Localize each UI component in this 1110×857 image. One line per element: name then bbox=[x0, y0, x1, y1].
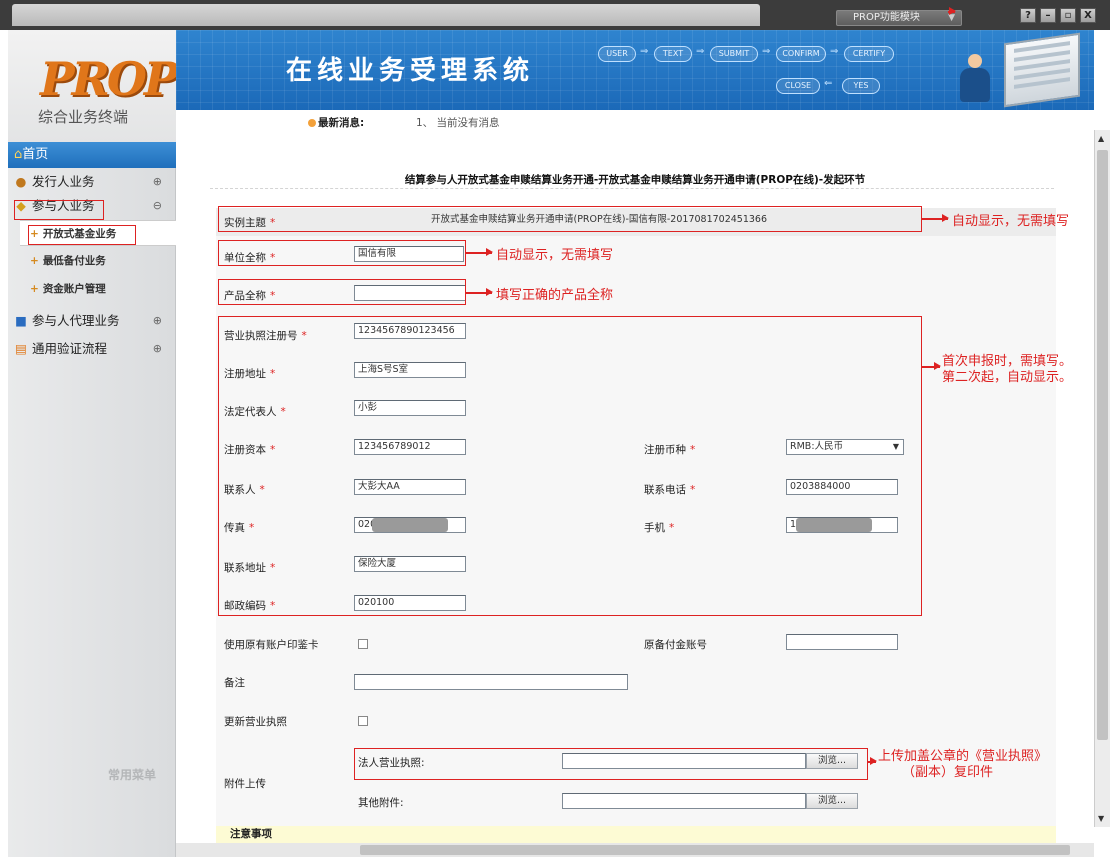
sidebar-subitem-label: 最低备付业务 bbox=[42, 255, 106, 267]
legal-license-label: 法人营业执照: bbox=[358, 757, 425, 769]
annotation-arrow bbox=[868, 758, 877, 764]
monitor-icon: ■ bbox=[15, 313, 27, 328]
annotation-arrow bbox=[466, 289, 493, 295]
annotation-fill-product: 填写正确的产品全称 bbox=[496, 288, 614, 303]
highlight-topic bbox=[218, 206, 922, 232]
sidebar-item-label: 参与人代理业务 bbox=[32, 313, 120, 328]
news-dot-icon bbox=[308, 119, 316, 127]
logo-subtitle: 综合业务终端 bbox=[38, 108, 129, 126]
news-text: 1、 当前没有消息 bbox=[416, 117, 500, 129]
help-button[interactable]: ? bbox=[1020, 8, 1036, 23]
remark-label: 备注 bbox=[224, 677, 245, 689]
arrow-right-icon: ⇒ bbox=[696, 46, 705, 57]
sidebar-item-agent[interactable]: ■ 参与人代理业务 ⊕ bbox=[8, 309, 176, 333]
logo-area: PROP 综合业务终端 bbox=[8, 30, 178, 142]
annotation-arrow bbox=[922, 363, 941, 369]
sidebar: PROP 综合业务终端 ⌂首页 ● 发行人业务 ⊕ ◆ 参与人业务 ⊖ + 开放式基金… bbox=[8, 30, 178, 857]
annotation-auto-display: 自动显示，无需填写 bbox=[496, 248, 614, 263]
annotation-second-time: 第二次起，自动显示。 bbox=[942, 370, 1073, 385]
scroll-down-icon[interactable]: ▼ bbox=[1098, 814, 1104, 823]
horizontal-scrollbar[interactable] bbox=[176, 843, 1094, 857]
browse-button[interactable]: 浏览... bbox=[806, 793, 858, 809]
arrow-left-icon: ⇐ bbox=[824, 78, 833, 89]
scrollbar-thumb[interactable] bbox=[1097, 150, 1108, 740]
vertical-scrollbar[interactable]: ▲ ▼ bbox=[1094, 130, 1110, 827]
module-select-value: PROP功能模块 bbox=[853, 12, 920, 23]
flow-step: YES bbox=[842, 78, 880, 94]
highlight-company-info bbox=[218, 316, 922, 616]
collapse-icon[interactable]: ⊖ bbox=[153, 194, 162, 218]
flow-step: CONFIRM bbox=[776, 46, 826, 62]
divider bbox=[210, 188, 1054, 189]
notice-heading: 注意事项 bbox=[216, 826, 1056, 843]
arrow-right-icon: ⇒ bbox=[762, 46, 771, 57]
page-title: 结算参与人开放式基金申赎结算业务开通-开放式基金申赎结算业务开通申请(PROP在… bbox=[404, 174, 866, 186]
sidebar-subitem-fund-account[interactable]: + 资金账户管理 bbox=[20, 276, 176, 302]
expand-icon[interactable]: ⊕ bbox=[153, 309, 162, 333]
system-title: 在线业务受理系统 bbox=[286, 56, 535, 86]
window-titlebar: PROP功能模块 ▼ ? – ▫ X bbox=[0, 0, 1110, 30]
chevron-down-icon: ▼ bbox=[948, 8, 956, 23]
annotation-upload-copy: （副本）复印件 bbox=[902, 765, 994, 780]
highlight-product-name bbox=[218, 279, 466, 305]
user-icon: ● bbox=[15, 174, 27, 189]
legal-license-file-input[interactable] bbox=[562, 753, 806, 769]
browse-button[interactable]: 浏览... bbox=[806, 753, 858, 769]
flow-step: SUBMIT bbox=[710, 46, 758, 62]
arrow-right-icon: ⇒ bbox=[830, 46, 839, 57]
window-tab[interactable] bbox=[12, 4, 760, 26]
plus-icon: + bbox=[30, 283, 39, 295]
annotation-auto-display: 自动显示，无需填写 bbox=[952, 214, 1070, 229]
flow-step: CERTIFY bbox=[844, 46, 894, 62]
orig-account-label: 原备付金账号 bbox=[644, 639, 707, 651]
remark-input[interactable] bbox=[354, 674, 628, 690]
highlight-open-fund bbox=[28, 225, 136, 245]
header-banner: 在线业务受理系统 USER ⇒ TEXT ⇒ SUBMIT ⇒ CONFIRM … bbox=[176, 30, 1094, 110]
orig-account-input[interactable] bbox=[786, 634, 898, 650]
prop-logo: PROP bbox=[40, 52, 178, 106]
update-license-checkbox[interactable] bbox=[358, 716, 368, 726]
common-menu-label[interactable]: 常用菜单 bbox=[108, 766, 156, 783]
update-license-label: 更新营业执照 bbox=[224, 716, 287, 728]
screen-illustration bbox=[1004, 32, 1080, 108]
news-bar: 最新消息: 1、 当前没有消息 bbox=[176, 110, 1094, 136]
maximize-button[interactable]: ▫ bbox=[1060, 8, 1076, 23]
flow-step: TEXT bbox=[654, 46, 692, 62]
flow-step: CLOSE bbox=[776, 78, 820, 94]
sidebar-item-issuer[interactable]: ● 发行人业务 ⊕ bbox=[8, 170, 176, 194]
scroll-up-icon[interactable]: ▲ bbox=[1098, 134, 1104, 143]
sidebar-item-label: 发行人业务 bbox=[32, 174, 95, 189]
workflow-graphic: USER ⇒ TEXT ⇒ SUBMIT ⇒ CONFIRM ⇒ CERTIFY… bbox=[598, 42, 918, 102]
minimize-button[interactable]: – bbox=[1040, 8, 1056, 23]
other-attachment-label: 其他附件: bbox=[358, 797, 404, 809]
person-illustration bbox=[956, 50, 996, 106]
sidebar-subitem-min-reserve[interactable]: + 最低备付业务 bbox=[20, 248, 176, 274]
sidebar-item-label: 首页 bbox=[22, 147, 49, 162]
annotation-arrow bbox=[466, 249, 493, 255]
flow-step: USER bbox=[598, 46, 636, 62]
expand-icon[interactable]: ⊕ bbox=[153, 337, 162, 361]
other-attachment-file-input[interactable] bbox=[562, 793, 806, 809]
news-label: 最新消息: bbox=[318, 117, 365, 129]
scrollbar-thumb[interactable] bbox=[360, 845, 1070, 855]
use-seal-card-checkbox[interactable] bbox=[358, 639, 368, 649]
sidebar-item-label: 通用验证流程 bbox=[32, 341, 108, 356]
list-icon: ▤ bbox=[15, 341, 27, 356]
arrow-right-icon: ⇒ bbox=[640, 46, 649, 57]
sidebar-subitem-label: 资金账户管理 bbox=[42, 283, 106, 295]
module-select[interactable]: PROP功能模块 ▼ bbox=[836, 8, 962, 26]
sidebar-item-home[interactable]: ⌂首页 bbox=[8, 142, 176, 168]
plus-icon: + bbox=[30, 255, 39, 267]
highlight-participant bbox=[14, 200, 104, 220]
expand-icon[interactable]: ⊕ bbox=[153, 170, 162, 194]
highlight-org-name bbox=[218, 240, 466, 266]
use-seal-card-label: 使用原有账户印鉴卡 bbox=[224, 639, 319, 651]
sidebar-item-verify[interactable]: ▤ 通用验证流程 ⊕ bbox=[8, 337, 176, 361]
annotation-arrow bbox=[922, 215, 949, 221]
attachment-label: 附件上传 bbox=[224, 778, 266, 790]
close-button[interactable]: X bbox=[1080, 8, 1096, 23]
